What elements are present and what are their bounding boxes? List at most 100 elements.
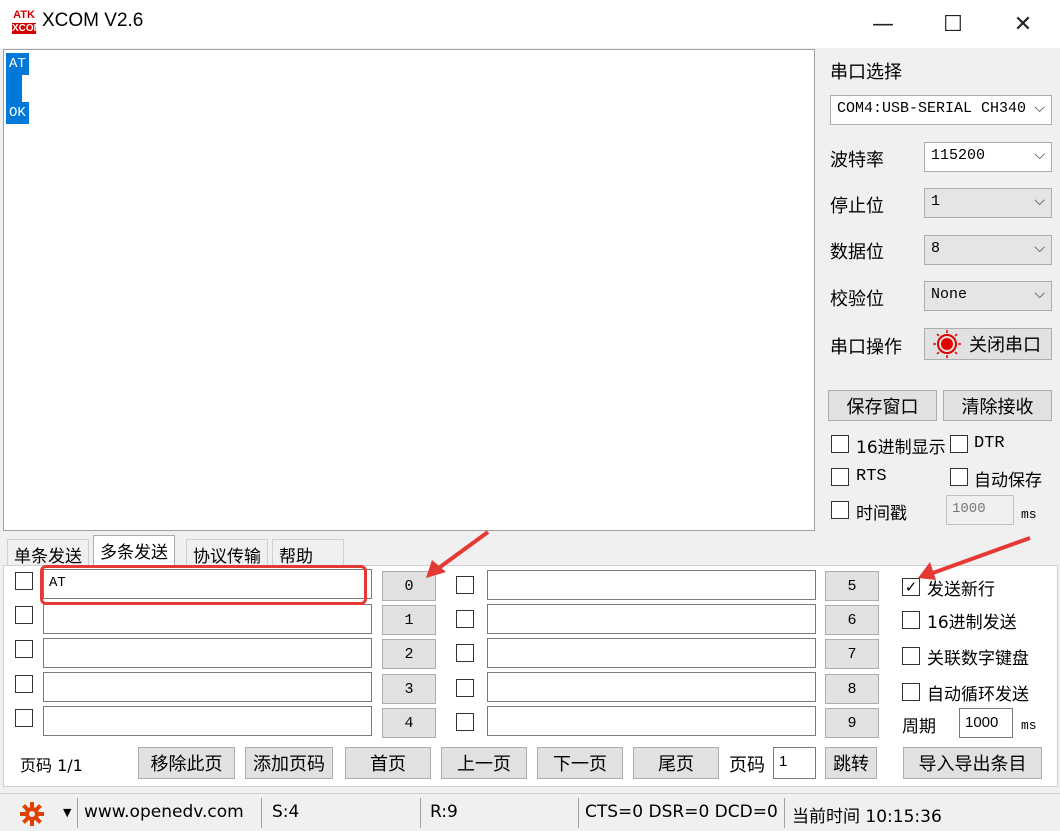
hex-send-checkbox[interactable] (902, 611, 920, 629)
port-select[interactable]: COM4:USB-SERIAL CH340 ⌵ (830, 95, 1052, 125)
row-5-checkbox[interactable] (456, 576, 474, 594)
chevron-down-icon: ⌵ (1034, 286, 1045, 302)
send-button-1[interactable]: 1 (382, 605, 436, 635)
page-indicator: 页码 1/1 (20, 756, 83, 775)
baud-select[interactable]: 115200 ⌵ (924, 142, 1052, 172)
hex-display-label: 16进制显示 (856, 438, 946, 458)
rts-label: RTS (856, 467, 887, 486)
add-page-button[interactable]: 添加页码 (245, 747, 333, 779)
parity-select[interactable]: None ⌵ (924, 281, 1052, 311)
stopbits-value: 1 (931, 193, 941, 210)
tab-multi-send[interactable]: 多条发送 (93, 535, 175, 566)
clear-receive-button[interactable]: 清除接收 (943, 390, 1052, 421)
row-8-input[interactable] (487, 672, 816, 702)
port-value: COM4:USB-SERIAL CH340 (837, 100, 1027, 117)
row-7-checkbox[interactable] (456, 644, 474, 662)
prev-page-button[interactable]: 上一页 (441, 747, 527, 779)
row-5-input[interactable] (487, 570, 816, 600)
sent-count: S:4 (272, 802, 300, 822)
row-9-input[interactable] (487, 706, 816, 736)
databits-value: 8 (931, 240, 941, 257)
tab-single-send[interactable]: 单条发送 (7, 539, 89, 567)
period-input[interactable]: 1000 (959, 708, 1013, 738)
send-button-5[interactable]: 5 (825, 571, 879, 601)
goto-page-input[interactable]: 1 (773, 747, 816, 779)
baud-value: 115200 (931, 147, 986, 164)
auto-save-checkbox[interactable] (950, 468, 968, 486)
send-button-4[interactable]: 4 (382, 708, 436, 738)
row-1-input[interactable] (43, 604, 372, 634)
website-link[interactable]: www.openedv.com (84, 802, 244, 822)
stopbits-label: 停止位 (830, 196, 884, 217)
import-export-button[interactable]: 导入导出条目 (903, 747, 1042, 779)
parity-value: None (931, 286, 968, 303)
dtr-label: DTR (974, 434, 1005, 453)
send-button-9[interactable]: 9 (825, 708, 879, 738)
last-page-button[interactable]: 尾页 (633, 747, 719, 779)
row-8-checkbox[interactable] (456, 679, 474, 697)
stopbits-select[interactable]: 1 ⌵ (924, 188, 1052, 218)
tab-help[interactable]: 帮助 (272, 539, 344, 567)
port-select-label: 串口选择 (830, 62, 902, 83)
close-port-button[interactable]: 关闭串口 (924, 328, 1052, 360)
send-button-7[interactable]: 7 (825, 639, 879, 669)
jump-button[interactable]: 跳转 (825, 747, 877, 779)
timestamp-checkbox[interactable] (831, 501, 849, 519)
remove-page-button[interactable]: 移除此页 (138, 747, 235, 779)
row-4-input[interactable] (43, 706, 372, 736)
row-2-input[interactable] (43, 638, 372, 668)
row-3-checkbox[interactable] (15, 675, 33, 693)
timestamp-label: 时间戳 (856, 504, 907, 524)
row-6-input[interactable] (487, 604, 816, 634)
hex-display-checkbox[interactable] (831, 435, 849, 453)
status-bar: ▼ www.openedv.com S:4 R:9 CTS=0 DSR=0 DC… (0, 793, 1060, 831)
receive-line-1: AT (6, 53, 29, 75)
save-window-button[interactable]: 保存窗口 (828, 390, 937, 421)
timestamp-unit: ms (1021, 507, 1037, 522)
row-2-checkbox[interactable] (15, 640, 33, 658)
send-button-6[interactable]: 6 (825, 605, 879, 635)
row-7-input[interactable] (487, 638, 816, 668)
first-page-button[interactable]: 首页 (345, 747, 431, 779)
row-1-checkbox[interactable] (15, 606, 33, 624)
parity-label: 校验位 (830, 289, 884, 310)
title-bar: ATK XCOM XCOM V2.6 — ☐ ✕ (0, 0, 1060, 48)
line-status: CTS=0 DSR=0 DCD=0 (585, 802, 778, 822)
send-newline-checkbox[interactable]: ✓ (902, 578, 920, 596)
row-9-checkbox[interactable] (456, 713, 474, 731)
send-button-0[interactable]: 0 (382, 571, 436, 601)
period-label: 周期 (902, 717, 936, 737)
rts-checkbox[interactable] (831, 468, 849, 486)
app-logo: ATK XCOM (12, 10, 42, 38)
row-0-checkbox[interactable] (15, 572, 33, 590)
close-button[interactable]: ✕ (988, 0, 1058, 48)
timestamp-input[interactable]: 1000 (946, 495, 1014, 525)
databits-select[interactable]: 8 ⌵ (924, 235, 1052, 265)
row-4-checkbox[interactable] (15, 709, 33, 727)
receive-textarea[interactable]: AT OK (3, 49, 815, 531)
tab-protocol[interactable]: 协议传输 (186, 539, 268, 567)
hex-send-label: 16进制发送 (927, 613, 1017, 633)
gear-icon[interactable] (20, 802, 44, 826)
dtr-checkbox[interactable] (950, 435, 968, 453)
send-button-3[interactable]: 3 (382, 674, 436, 704)
databits-label: 数据位 (830, 242, 884, 263)
window-title: XCOM V2.6 (42, 10, 144, 31)
row-3-input[interactable] (43, 672, 372, 702)
minimize-icon: — (872, 11, 894, 37)
next-page-button[interactable]: 下一页 (537, 747, 623, 779)
receive-line-2 (6, 75, 22, 102)
port-op-label: 串口操作 (830, 337, 902, 358)
received-count: R:9 (430, 802, 458, 822)
period-unit: ms (1021, 718, 1037, 733)
row-6-checkbox[interactable] (456, 610, 474, 628)
maximize-button[interactable]: ☐ (918, 0, 988, 48)
send-newline-label: 发送新行 (927, 580, 995, 600)
auto-loop-checkbox[interactable] (902, 683, 920, 701)
send-button-2[interactable]: 2 (382, 639, 436, 669)
link-keypad-checkbox[interactable] (902, 647, 920, 665)
maximize-icon: ☐ (943, 11, 963, 37)
minimize-button[interactable]: — (848, 0, 918, 48)
chevron-down-icon[interactable]: ▼ (63, 806, 71, 819)
send-button-8[interactable]: 8 (825, 674, 879, 704)
